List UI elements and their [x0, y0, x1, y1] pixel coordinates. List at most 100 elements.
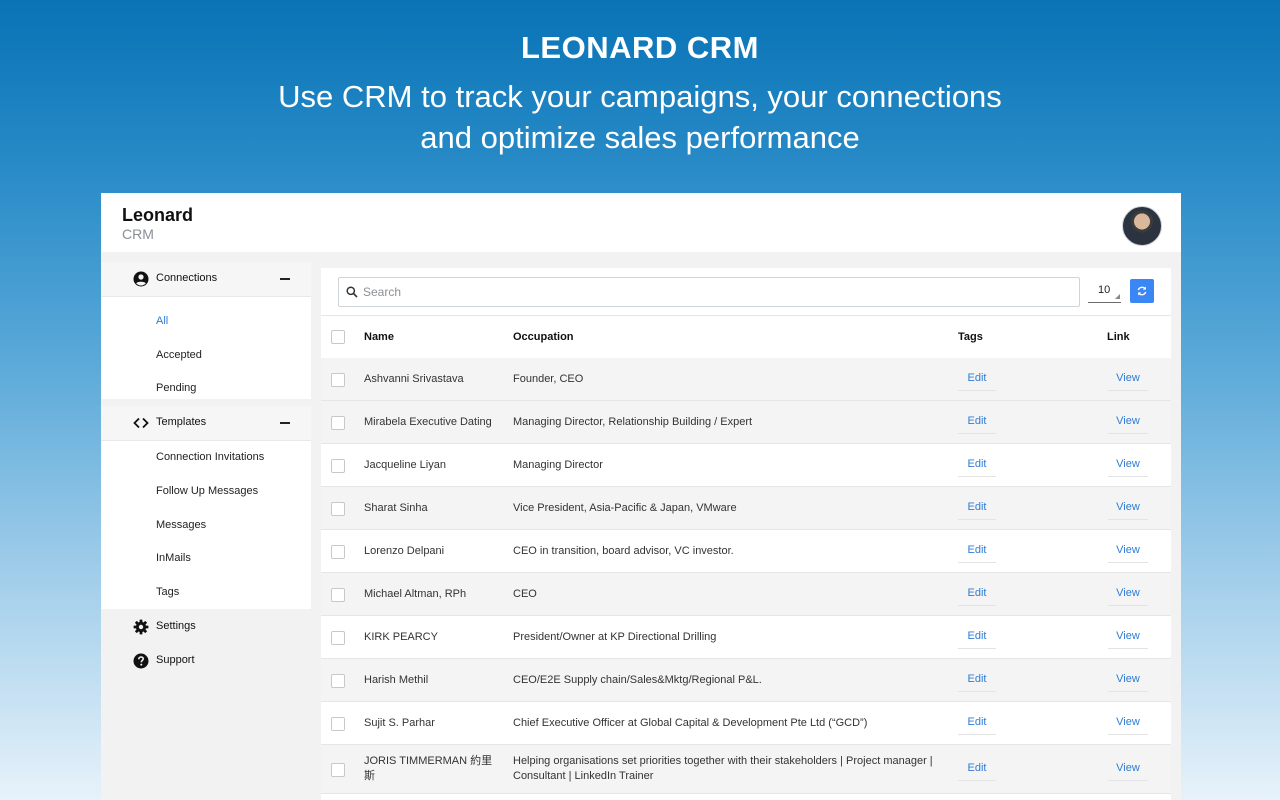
cell-name: Jacqueline Liyan	[364, 459, 446, 471]
table-row: Harish Methil CEO/E2E Supply chain/Sales…	[321, 659, 1171, 702]
sidebar-item-messages[interactable]: Messages	[156, 519, 206, 531]
cell-occupation: President/Owner at KP Directional Drilli…	[513, 631, 717, 643]
select-all-checkbox[interactable]	[331, 330, 345, 344]
table-row: Ashvanni Srivastava Founder, CEO Edit Vi…	[321, 358, 1171, 401]
sidebar-item-accepted[interactable]: Accepted	[156, 349, 202, 361]
view-profile-link[interactable]: View	[1108, 762, 1148, 781]
connections-panel: 10 Name Occupation Tags Link Ashvanni Sr…	[321, 268, 1171, 800]
row-checkbox[interactable]	[331, 545, 345, 559]
edit-tags-link[interactable]: Edit	[958, 372, 996, 391]
search-box	[338, 277, 1080, 307]
edit-tags-link[interactable]: Edit	[958, 501, 996, 520]
column-header-name[interactable]: Name	[364, 331, 394, 343]
hero-subtitle-line-2: and optimize sales performance	[420, 120, 860, 155]
sidebar-section-connections[interactable]: Connections	[101, 262, 311, 297]
hero-subtitle-line-1: Use CRM to track your campaigns, your co…	[278, 79, 1002, 114]
search-icon	[346, 286, 358, 298]
sidebar-item-label: Support	[156, 654, 195, 666]
collapse-icon[interactable]	[280, 278, 290, 280]
search-input[interactable]	[361, 281, 1065, 303]
row-checkbox[interactable]	[331, 588, 345, 602]
app-header: Leonard CRM	[101, 193, 1181, 252]
edit-tags-link[interactable]: Edit	[958, 716, 996, 735]
refresh-icon	[1137, 286, 1147, 296]
column-header-tags[interactable]: Tags	[958, 331, 983, 343]
crm-app-window: Leonard CRM Connections All Accepted Pen…	[101, 193, 1181, 800]
edit-tags-link[interactable]: Edit	[958, 458, 996, 477]
cell-occupation: Founder, CEO	[513, 373, 584, 385]
edit-tags-link[interactable]: Edit	[958, 673, 996, 692]
cell-occupation: CEO in transition, board advisor, VC inv…	[513, 545, 734, 557]
cell-name: Lorenzo Delpani	[364, 545, 445, 557]
sidebar-item-pending[interactable]: Pending	[156, 382, 196, 394]
table-row: JORIS TIMMERMAN 約里斯 Helping organisation…	[321, 745, 1171, 794]
table-row: Lorenzo Delpani CEO in transition, board…	[321, 530, 1171, 573]
row-checkbox[interactable]	[331, 502, 345, 516]
sidebar-section-label: Templates	[156, 416, 207, 428]
view-profile-link[interactable]: View	[1108, 673, 1148, 692]
edit-tags-link[interactable]: Edit	[958, 630, 996, 649]
sidebar-item-tags[interactable]: Tags	[156, 586, 179, 598]
sidebar-item-all[interactable]: All	[156, 315, 168, 327]
row-checkbox[interactable]	[331, 373, 345, 387]
column-header-occupation[interactable]: Occupation	[513, 331, 574, 343]
help-circle-icon	[133, 653, 149, 669]
refresh-button[interactable]	[1130, 279, 1154, 303]
templates-group: Templates Connection Invitations Follow …	[101, 406, 311, 609]
cell-occupation: Chief Executive Officer at Global Capita…	[513, 717, 868, 729]
account-circle-icon	[133, 271, 149, 287]
sidebar-section-templates[interactable]: Templates	[101, 406, 311, 441]
edit-tags-link[interactable]: Edit	[958, 587, 996, 606]
cell-name: Michael Altman, RPh	[364, 588, 467, 600]
sidebar-item-inmails[interactable]: InMails	[156, 552, 191, 564]
edit-tags-link[interactable]: Edit	[958, 762, 996, 781]
table-row: Sharat Sinha Vice President, Asia-Pacifi…	[321, 487, 1171, 530]
view-profile-link[interactable]: View	[1108, 716, 1148, 735]
brand-subtitle: CRM	[122, 226, 154, 242]
sidebar-item-settings[interactable]: Settings	[101, 610, 311, 644]
cell-occupation: Helping organisations set priorities tog…	[513, 755, 933, 782]
table-row: Mirabela Executive Dating Managing Direc…	[321, 401, 1171, 444]
cell-name: Sharat Sinha	[364, 502, 428, 514]
table-row: Sujit S. Parhar Chief Executive Officer …	[321, 702, 1171, 745]
code-icon	[133, 417, 149, 429]
cell-name: Sujit S. Parhar	[364, 717, 435, 729]
hero-subtitle: Use CRM to track your campaigns, your co…	[0, 76, 1280, 158]
row-checkbox[interactable]	[331, 459, 345, 473]
avatar[interactable]	[1122, 206, 1162, 246]
cell-name: JORIS TIMMERMAN 約里斯	[364, 755, 493, 782]
cell-occupation: Vice President, Asia-Pacific & Japan, VM…	[513, 502, 737, 514]
resize-handle-icon	[1115, 294, 1120, 299]
connections-group: Connections All Accepted Pending	[101, 262, 311, 399]
table-row: Michael Altman, RPh CEO Edit View	[321, 573, 1171, 616]
view-profile-link[interactable]: View	[1108, 501, 1148, 520]
page-size-select[interactable]: 10	[1088, 279, 1121, 303]
cell-occupation: CEO	[513, 588, 537, 600]
cell-name: KIRK PEARCY	[364, 631, 438, 643]
cell-occupation: Managing Director, Relationship Building…	[513, 416, 753, 428]
table-row: KIRK PEARCY President/Owner at KP Direct…	[321, 616, 1171, 659]
row-checkbox[interactable]	[331, 631, 345, 645]
sidebar-section-label: Connections	[156, 272, 218, 284]
view-profile-link[interactable]: View	[1108, 544, 1148, 563]
row-checkbox[interactable]	[331, 416, 345, 430]
edit-tags-link[interactable]: Edit	[958, 544, 996, 563]
row-checkbox[interactable]	[331, 717, 345, 731]
cell-name: Harish Methil	[364, 674, 429, 686]
column-header-link[interactable]: Link	[1107, 331, 1130, 343]
row-checkbox[interactable]	[331, 763, 345, 777]
view-profile-link[interactable]: View	[1108, 458, 1148, 477]
cell-name: Ashvanni Srivastava	[364, 373, 464, 385]
collapse-icon[interactable]	[280, 422, 290, 424]
view-profile-link[interactable]: View	[1108, 587, 1148, 606]
sidebar-item-connection-invitations[interactable]: Connection Invitations	[156, 451, 264, 463]
sidebar-item-follow-up-messages[interactable]: Follow Up Messages	[156, 485, 258, 497]
sidebar: Connections All Accepted Pending Templat…	[101, 252, 311, 800]
gear-icon	[133, 619, 149, 635]
view-profile-link[interactable]: View	[1108, 372, 1148, 391]
row-checkbox[interactable]	[331, 674, 345, 688]
view-profile-link[interactable]: View	[1108, 415, 1148, 434]
edit-tags-link[interactable]: Edit	[958, 415, 996, 434]
view-profile-link[interactable]: View	[1108, 630, 1148, 649]
sidebar-item-support[interactable]: Support	[101, 644, 311, 678]
